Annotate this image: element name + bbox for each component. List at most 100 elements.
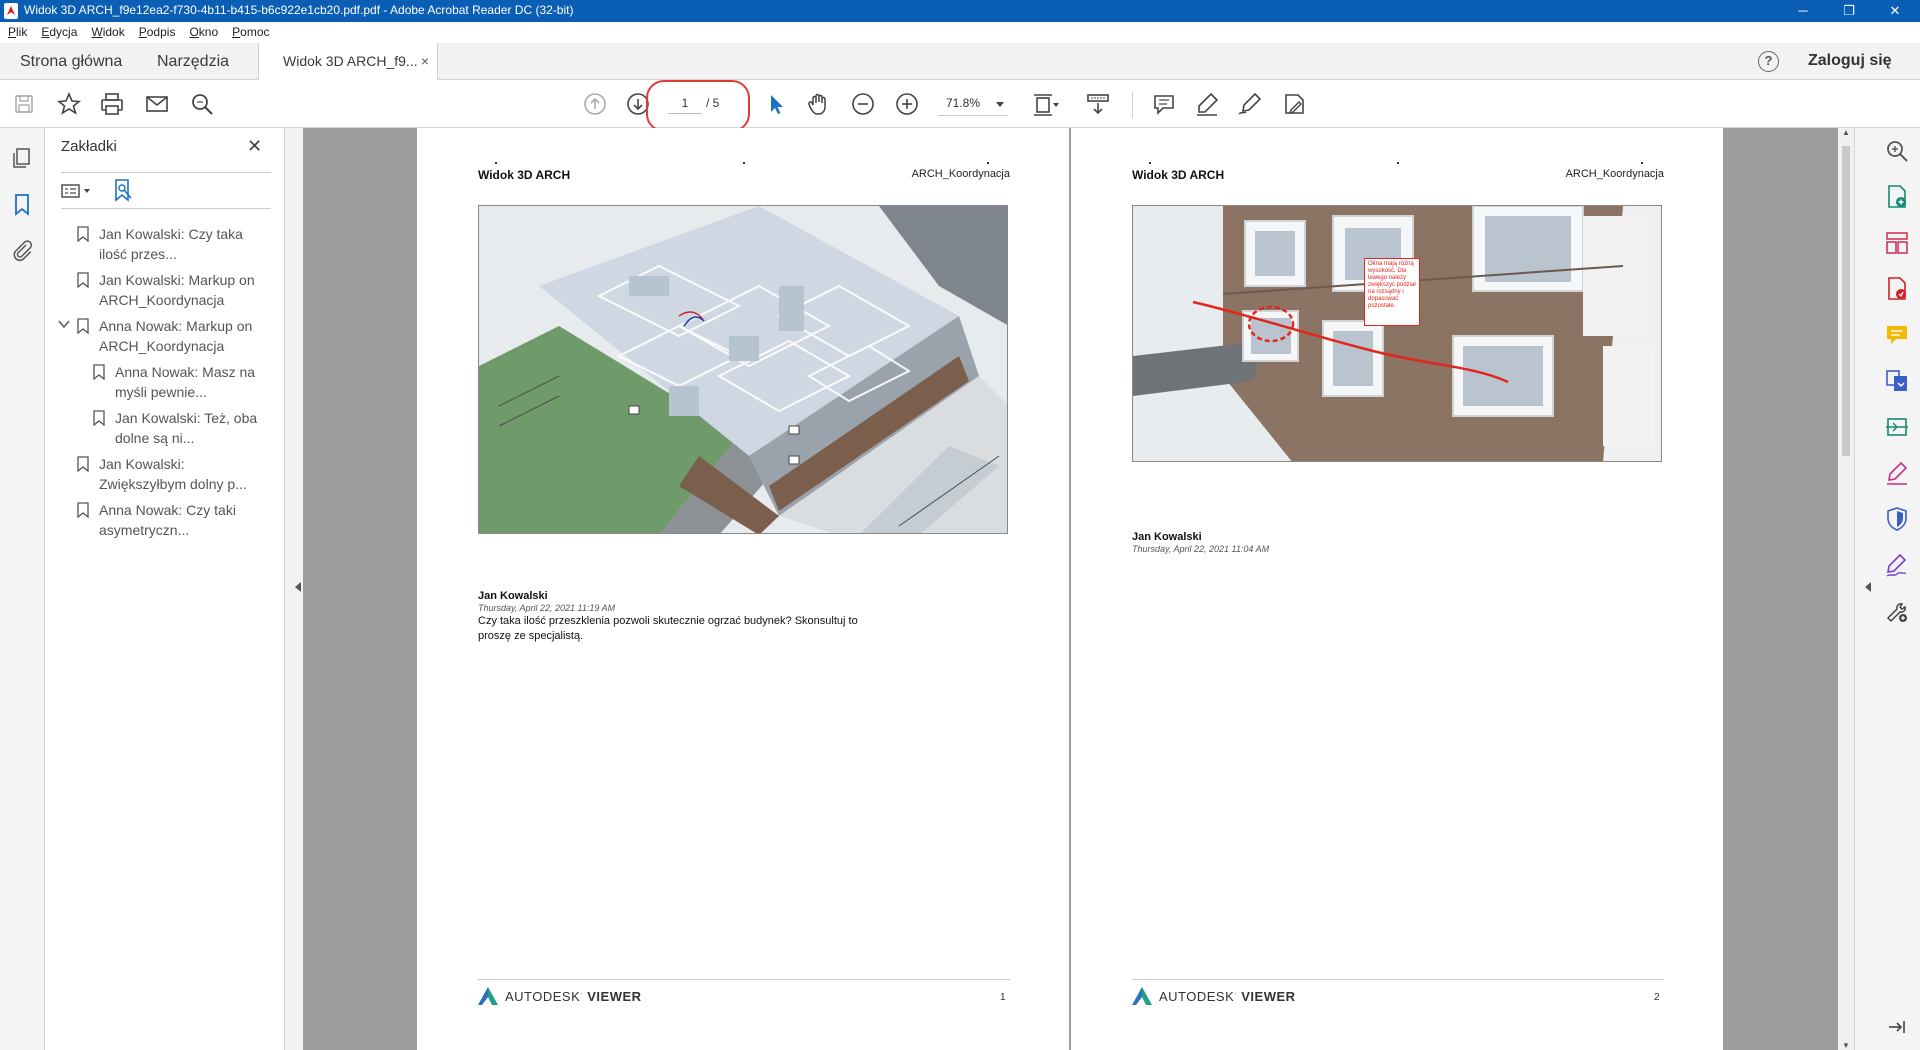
menu-edycja-label: dycja — [49, 25, 78, 39]
tab-close-button[interactable]: × — [421, 53, 429, 69]
highlight-pen-icon[interactable] — [1193, 90, 1221, 118]
menu-plik-label: lik — [16, 25, 28, 39]
page-total-label: / 5 — [706, 96, 720, 110]
tab-bar: Strona główna Narzędzia Widok 3D ARCH_f9… — [0, 43, 1920, 81]
page-project-label: ARCH_Koordynacja — [1565, 168, 1664, 180]
menu-pomoc[interactable]: Pomoc — [224, 22, 275, 39]
menu-plik-accel: P — [8, 25, 17, 39]
zoom-level-select[interactable]: 71.8% — [938, 92, 1008, 116]
page-number-input[interactable]: 1 — [668, 96, 702, 114]
menu-plik[interactable]: Plik — [0, 22, 33, 39]
page-number: 2 — [1654, 992, 1660, 1003]
collapse-right-panel-handle[interactable] — [1854, 128, 1872, 1050]
collapse-left-panel-handle[interactable] — [285, 128, 303, 1050]
star-icon[interactable] — [55, 90, 83, 118]
bookmarks-panel: Zakładki ✕ Jan Kowalski: Czy taka ilość … — [45, 128, 285, 1050]
comment-tool-icon[interactable] — [1884, 322, 1910, 348]
vertical-scrollbar[interactable]: ▲ ▼ — [1838, 128, 1854, 1050]
save-icon[interactable] — [10, 90, 38, 118]
bookmark-label: Anna Nowak: Markup on ARCH_Koordynacja — [99, 318, 253, 354]
create-pdf-icon[interactable] — [1884, 184, 1910, 210]
scroll-up-arrow-icon[interactable]: ▲ — [1842, 128, 1850, 137]
scan-ocr-icon[interactable] — [1884, 414, 1910, 440]
page-number: 1 — [1000, 992, 1006, 1003]
combine-files-icon[interactable] — [1884, 368, 1910, 394]
hand-tool-icon[interactable] — [805, 90, 833, 118]
fill-sign-icon[interactable] — [1280, 90, 1308, 118]
menu-okno[interactable]: Okno — [181, 22, 224, 39]
chevron-down-icon[interactable] — [58, 318, 70, 333]
menu-podpis[interactable]: Podpis — [131, 22, 182, 39]
fill-and-sign-icon[interactable] — [1884, 460, 1910, 486]
crop-mark — [1149, 162, 1151, 164]
footer-brand: AUTODESK· VIEWER — [1159, 989, 1296, 1004]
tab-document[interactable]: Widok 3D ARCH_f9... × — [258, 43, 438, 81]
page-title: Widok 3D ARCH — [478, 168, 571, 182]
scrollbar-thumb[interactable] — [1842, 146, 1850, 456]
3d-model-view-image — [478, 205, 1008, 534]
crop-mark — [1397, 162, 1399, 164]
scroll-mode-icon[interactable] — [1084, 90, 1112, 118]
more-tools-icon[interactable] — [1884, 598, 1910, 624]
menu-widok-accel: W — [91, 25, 103, 39]
organize-pages-icon[interactable] — [1884, 230, 1910, 256]
zoom-search-icon[interactable] — [1884, 138, 1910, 164]
export-pdf-icon[interactable] — [1884, 276, 1910, 302]
comment-author: Jan Kowalski — [1132, 531, 1202, 543]
bookmarks-icon[interactable] — [10, 192, 34, 216]
bookmark-icon — [93, 410, 105, 426]
page-thumbnails-icon[interactable] — [10, 146, 34, 170]
bookmark-icon — [77, 456, 89, 472]
footer-brand: AUTODESK· VIEWER — [505, 989, 642, 1004]
previous-page-icon[interactable] — [581, 90, 609, 118]
bookmark-label: Jan Kowalski: Markup on ARCH_Koordynacja — [99, 272, 255, 308]
crop-mark — [1641, 162, 1643, 164]
print-icon[interactable] — [98, 90, 126, 118]
bookmark-icon — [77, 318, 89, 334]
zoom-in-icon[interactable] — [893, 90, 921, 118]
new-bookmark-icon[interactable] — [111, 178, 135, 202]
help-icon[interactable]: ? — [1758, 51, 1779, 72]
markup-callout[interactable]: Okna mają różną wysokość. Dla lewego nal… — [1364, 258, 1420, 326]
bookmark-label: Anna Nowak: Czy taki asymetryczn... — [99, 502, 236, 538]
toolbar-separator — [1132, 92, 1133, 118]
menu-pomoc-accel: P — [232, 25, 241, 39]
bookmark-icon — [77, 226, 89, 242]
page-navigator: 1 / 5 — [646, 80, 750, 132]
bookmark-icon — [93, 364, 105, 380]
bookmark-options-dropdown[interactable] — [61, 180, 97, 202]
zoom-out-icon[interactable] — [849, 90, 877, 118]
close-window-button[interactable]: ✕ — [1872, 0, 1918, 22]
autodesk-logo-icon — [1132, 987, 1152, 1005]
fit-page-icon[interactable] — [1031, 90, 1059, 118]
minimize-button[interactable]: ─ — [1780, 0, 1826, 22]
search-icon[interactable] — [188, 90, 216, 118]
menu-widok[interactable]: Widok — [83, 22, 130, 39]
menu-edycja[interactable]: Edycja — [33, 22, 83, 39]
window-title: Widok 3D ARCH_f9e12ea2-f730-4b11-b415-b6… — [24, 3, 574, 17]
attachments-icon[interactable] — [10, 238, 34, 262]
comment-date: Thursday, April 22, 2021 11:04 AM — [1132, 544, 1270, 554]
sign-pen-icon[interactable] — [1236, 90, 1264, 118]
close-panel-button[interactable]: ✕ — [247, 136, 262, 157]
menu-pomoc-label: omoc — [240, 25, 270, 39]
menu-podpis-label: odpis — [146, 25, 176, 39]
tab-tools[interactable]: Narzędzia — [157, 43, 229, 80]
footer-divider — [478, 979, 1010, 980]
pdf-page-2: Widok 3D ARCH ARCH_Koordynacja Okna mają… — [1071, 128, 1723, 1050]
signin-button[interactable]: Zaloguj się — [1808, 52, 1892, 70]
mail-icon[interactable] — [143, 90, 171, 118]
toolbar: 1 / 5 71.8% — [0, 80, 1920, 132]
request-signature-icon[interactable] — [1884, 552, 1910, 578]
comment-icon[interactable] — [1150, 90, 1178, 118]
document-viewport[interactable]: Widok 3D ARCH ARCH_Koordynacja Jan Kowal… — [285, 128, 1838, 1050]
select-cursor-icon[interactable] — [762, 90, 790, 118]
menu-bar: Plik Edycja Widok Podpis Okno Pomoc — [0, 22, 1920, 43]
restore-button[interactable]: ❐ — [1826, 0, 1872, 22]
tab-document-label: Widok 3D ARCH_f9... — [283, 53, 418, 69]
expand-panel-icon[interactable] — [1884, 1014, 1910, 1040]
bookmarks-panel-title: Zakładki — [61, 138, 117, 155]
tab-home[interactable]: Strona główna — [20, 43, 122, 80]
scroll-down-arrow-icon[interactable]: ▼ — [1842, 1041, 1850, 1050]
protect-shield-icon[interactable] — [1884, 506, 1910, 532]
